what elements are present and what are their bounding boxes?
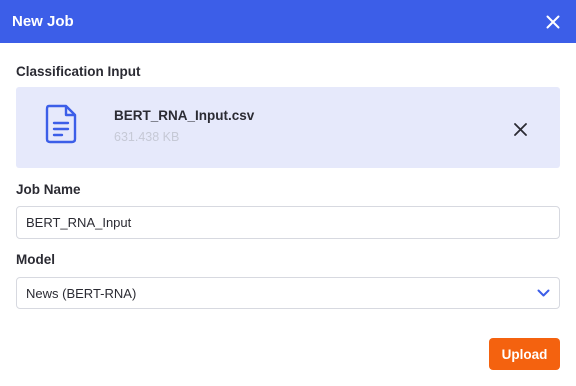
classification-input-label: Classification Input [16, 64, 141, 79]
dialog-title: New Job [12, 13, 74, 30]
model-select[interactable]: News (BERT-RNA) [16, 277, 560, 309]
job-name-label: Job Name [16, 182, 81, 197]
close-icon [513, 122, 527, 136]
dialog-header: New Job [0, 0, 576, 43]
new-job-dialog: New Job Classification Input BERT_RNA_In… [0, 0, 576, 386]
model-label: Model [16, 252, 55, 267]
file-name: BERT_RNA_Input.csv [114, 108, 255, 123]
close-dialog-button[interactable] [542, 11, 564, 33]
close-icon [546, 15, 560, 28]
remove-file-button[interactable] [508, 118, 532, 140]
document-icon [45, 104, 77, 144]
job-name-input[interactable] [16, 206, 560, 239]
file-size: 631.438 KB [114, 130, 180, 144]
chevron-down-icon [537, 289, 550, 297]
upload-button[interactable]: Upload [489, 338, 560, 370]
uploaded-file-card: BERT_RNA_Input.csv 631.438 KB [16, 87, 560, 168]
model-selected-value: News (BERT-RNA) [26, 285, 137, 301]
